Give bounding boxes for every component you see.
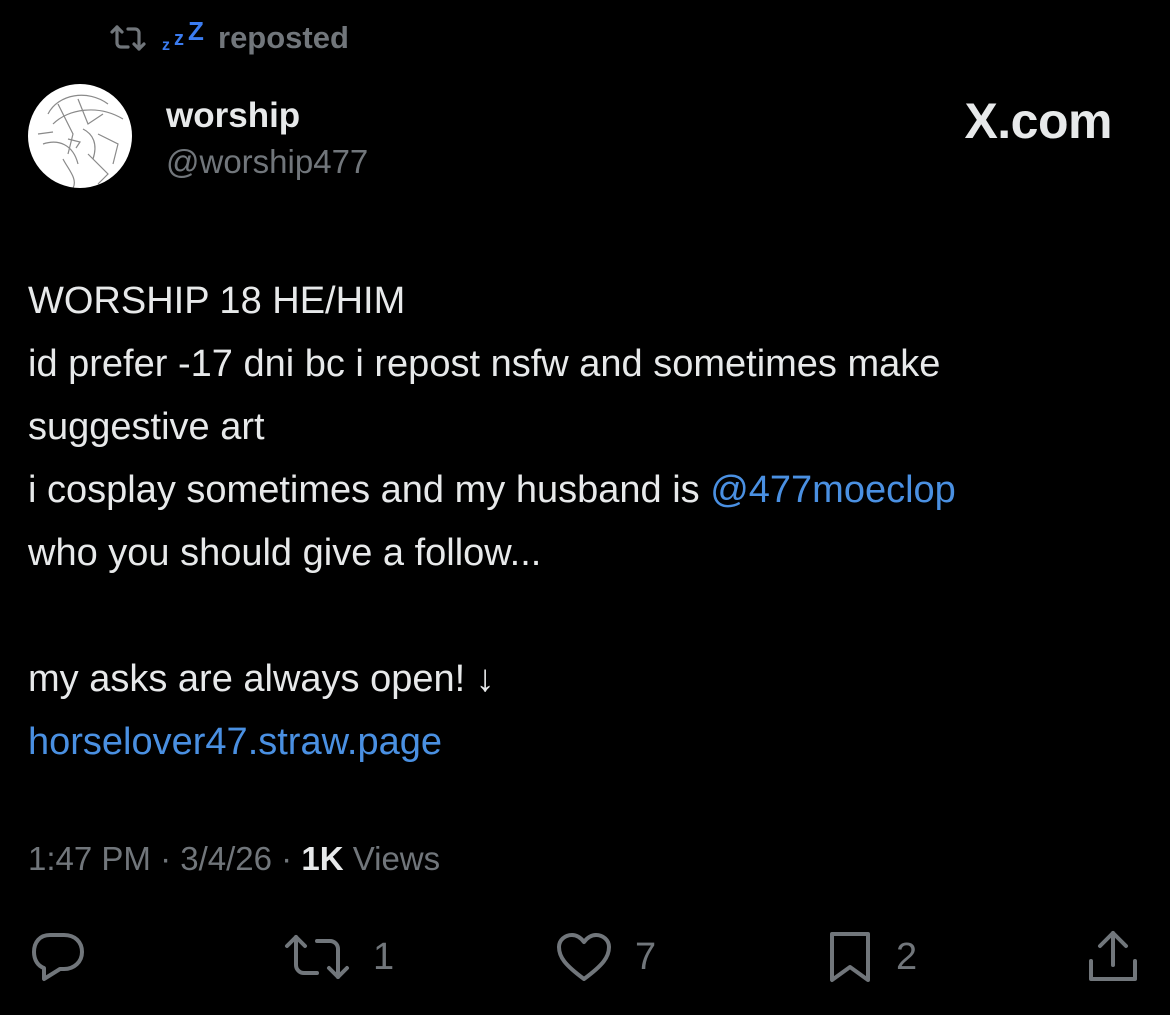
- display-name[interactable]: worship: [166, 96, 300, 136]
- repost-indicator[interactable]: z z Z reposted: [108, 18, 349, 58]
- bio-line: suggestive art: [28, 406, 265, 448]
- user-handle[interactable]: @worship477: [166, 143, 368, 181]
- separator: ·: [160, 840, 172, 877]
- separator: ·: [281, 840, 293, 877]
- bio-line: who you should give a follow...: [28, 532, 542, 574]
- bookmark-button[interactable]: 2: [826, 925, 917, 989]
- share-button[interactable]: [1086, 925, 1140, 989]
- post-date[interactable]: 3/4/26: [180, 840, 272, 877]
- share-icon: [1086, 929, 1140, 985]
- bio-line: id prefer -17 dni bc i repost nsfw and s…: [28, 343, 941, 385]
- repost-icon: [283, 931, 351, 983]
- repost-icon: [108, 23, 148, 53]
- sleep-zzz-icon: z z Z: [162, 16, 204, 54]
- external-link[interactable]: horselover47.straw.page: [28, 711, 1148, 774]
- repost-button[interactable]: 1: [283, 925, 394, 989]
- bio-line: my asks are always open! ↓: [28, 658, 495, 700]
- bio-line: i cosplay sometimes and my husband is @4…: [28, 459, 1148, 522]
- post-meta: 1:47 PM · 3/4/26 · 1K Views: [28, 840, 440, 878]
- views-count: 1K: [301, 840, 344, 877]
- mention-link[interactable]: @477moeclop: [710, 469, 956, 511]
- repost-count: 1: [373, 935, 395, 978]
- like-button[interactable]: 7: [555, 925, 656, 989]
- reply-button[interactable]: [30, 925, 86, 989]
- reply-icon: [30, 931, 86, 983]
- bookmark-icon: [826, 930, 874, 984]
- bio-text: i cosplay sometimes and my husband is: [28, 469, 711, 511]
- avatar[interactable]: [28, 84, 132, 188]
- x-logo: X.com: [964, 93, 1112, 149]
- bookmark-count: 2: [896, 935, 918, 978]
- action-bar: 1 7 2: [0, 925, 1170, 989]
- bio-line: WORSHIP 18 HE/HIM: [28, 280, 406, 322]
- like-count: 7: [635, 935, 657, 978]
- repost-label: reposted: [218, 20, 349, 55]
- post-time[interactable]: 1:47 PM: [28, 840, 151, 877]
- views-label: Views: [352, 840, 441, 877]
- post-text: WORSHIP 18 HE/HIM id prefer -17 dni bc i…: [28, 270, 1148, 774]
- heart-icon: [555, 931, 613, 983]
